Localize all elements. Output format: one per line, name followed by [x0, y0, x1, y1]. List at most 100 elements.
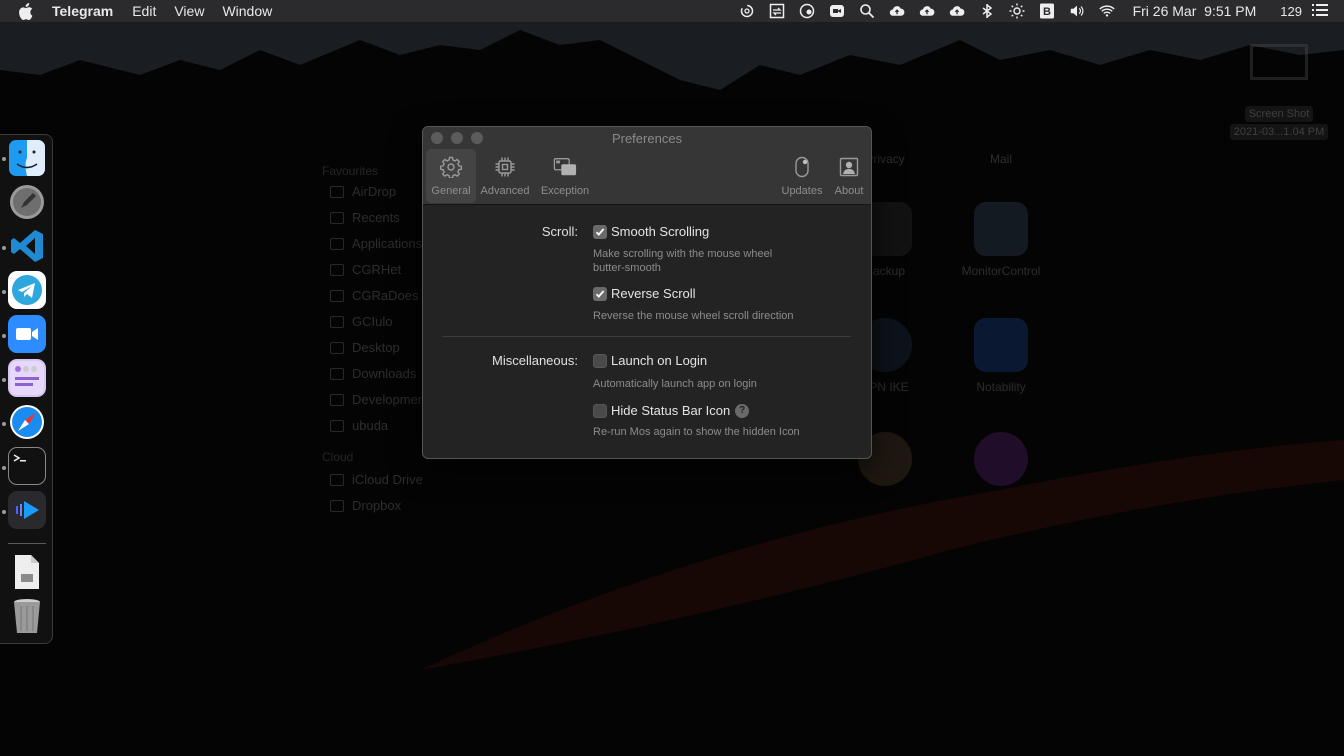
dock-downloads[interactable] [8, 553, 46, 591]
apple-menu-icon[interactable] [18, 2, 38, 20]
reverse-scroll-checkbox[interactable]: Reverse Scroll [593, 286, 696, 301]
running-indicator [2, 378, 6, 382]
sidebar-item: CGRaDoes [330, 288, 418, 303]
player-icon [16, 501, 39, 519]
gear-icon [439, 155, 463, 179]
tab-label: Updates [781, 185, 823, 197]
focus-icon[interactable] [795, 0, 819, 22]
brightness-icon[interactable] [1005, 0, 1029, 22]
launch-on-login-desc: Automatically launch app on login [593, 378, 757, 390]
dock-telegram[interactable] [8, 271, 46, 309]
finder-icon [9, 140, 45, 176]
sidebar-item: ubuda [330, 418, 388, 433]
cloud-upload-icon[interactable] [915, 0, 939, 22]
menubar-count[interactable]: 129 [1280, 4, 1302, 19]
app-label: Mail [989, 152, 1012, 166]
checkbox-checked-icon [593, 286, 607, 301]
menu-window[interactable]: Window [222, 3, 272, 19]
sidebar-header: Favourites [322, 164, 379, 178]
smooth-scrolling-desc: Make scrolling with the mouse wheel butt… [593, 248, 773, 274]
dock-zoom[interactable] [8, 315, 46, 353]
running-indicator [2, 157, 6, 161]
dock-terminal[interactable] [8, 447, 46, 485]
running-indicator [2, 246, 6, 250]
app-tile [946, 432, 1056, 494]
tab-exception[interactable]: Exception [536, 149, 594, 203]
windows-icon [553, 155, 577, 179]
sidebar-item: Applications [330, 236, 422, 251]
tab-about[interactable]: About [828, 149, 870, 203]
app-tile: Notability [946, 318, 1056, 394]
running-indicator [2, 290, 6, 294]
desktop-file-screenshot[interactable]: Screen Shot 2021-03...1.04 PM [1218, 40, 1340, 140]
chip-icon [493, 155, 517, 179]
app-tile: MonitorControl [946, 202, 1056, 278]
dock-safari[interactable] [8, 403, 46, 441]
dock-infuse[interactable] [8, 491, 46, 529]
sidebar-item: GCIulo [330, 314, 392, 329]
dock-finder[interactable] [8, 139, 46, 177]
document-icon [15, 555, 39, 589]
dock-notes-app[interactable] [8, 359, 46, 397]
file-name-line1: Screen Shot [1244, 106, 1314, 122]
cloud-upload-icon[interactable] [885, 0, 909, 22]
dock-trash[interactable] [8, 597, 46, 635]
help-icon[interactable]: ? [735, 403, 750, 418]
general-pane: Scroll: Smooth Scrolling Make scrolling … [423, 205, 871, 458]
menu-view[interactable]: View [174, 3, 204, 19]
mouse-icon [790, 155, 814, 179]
misc-label: Miscellaneous: [492, 353, 578, 368]
scroll-label: Scroll: [541, 224, 578, 239]
sidebar-item: iCloud Drive [330, 472, 423, 487]
file-name-line2: 2021-03...1.04 PM [1229, 124, 1329, 140]
sidebar-item: AirDrop [330, 184, 396, 199]
hide-status-bar-icon-checkbox[interactable]: Hide Status Bar Icon ? [593, 403, 750, 418]
section-divider [443, 336, 851, 337]
sidebar-item: Dropbox [330, 498, 401, 513]
sidebar-item: Downloads [330, 366, 416, 381]
menu-app-telegram[interactable]: Telegram [52, 3, 113, 19]
bluetooth-icon[interactable] [975, 0, 999, 22]
dock [0, 134, 53, 644]
vscode-icon [11, 230, 43, 262]
wifi-icon[interactable] [1095, 0, 1119, 22]
search-icon[interactable] [855, 0, 879, 22]
screen-switch-icon[interactable] [765, 0, 789, 22]
checkbox-checked-icon [593, 224, 607, 239]
running-indicator [2, 466, 6, 470]
preferences-window: Preferences General Advanced Exception U… [422, 126, 872, 459]
list-icon[interactable] [1312, 3, 1328, 20]
dock-separator [8, 543, 46, 544]
notes-icon [10, 361, 44, 395]
b-icon[interactable]: B [1035, 0, 1059, 22]
tab-general[interactable]: General [426, 149, 476, 203]
cloud-upload-icon[interactable] [945, 0, 969, 22]
menu-edit[interactable]: Edit [132, 3, 156, 19]
launch-on-login-checkbox[interactable]: Launch on Login [593, 353, 707, 368]
sidebar-item: Desktop [330, 340, 400, 355]
checkbox-unchecked-icon [593, 403, 607, 418]
svg-text:B: B [1043, 6, 1051, 18]
tab-label: General [431, 185, 471, 197]
window-title: Preferences [611, 131, 683, 146]
checkbox-label: Launch on Login [611, 353, 708, 368]
titlebar: Preferences General Advanced Exception U… [423, 127, 871, 205]
volume-icon[interactable] [1065, 0, 1089, 22]
trash-icon [14, 599, 40, 633]
checkbox-unchecked-icon [593, 353, 607, 368]
menubar: Telegram Edit View Window B Fri 26 Mar 9… [0, 0, 1344, 22]
tab-advanced[interactable]: Advanced [477, 149, 533, 203]
tab-updates[interactable]: Updates [778, 149, 826, 203]
smooth-scrolling-checkbox[interactable]: Smooth Scrolling [593, 224, 709, 239]
launchpad-icon [10, 185, 44, 219]
dock-launchpad[interactable] [8, 183, 46, 221]
dock-vscode[interactable] [8, 227, 46, 265]
running-indicator [2, 422, 6, 426]
sidebar-item: Recents [330, 210, 400, 225]
menubar-clock[interactable]: Fri 26 Mar 9:51 PM [1133, 3, 1257, 19]
reverse-scroll-desc: Reverse the mouse wheel scroll direction [593, 310, 794, 322]
sync-icon[interactable] [735, 0, 759, 22]
zoom-app-icon[interactable] [825, 0, 849, 22]
zoom-icon [16, 328, 38, 340]
running-indicator [2, 510, 6, 514]
